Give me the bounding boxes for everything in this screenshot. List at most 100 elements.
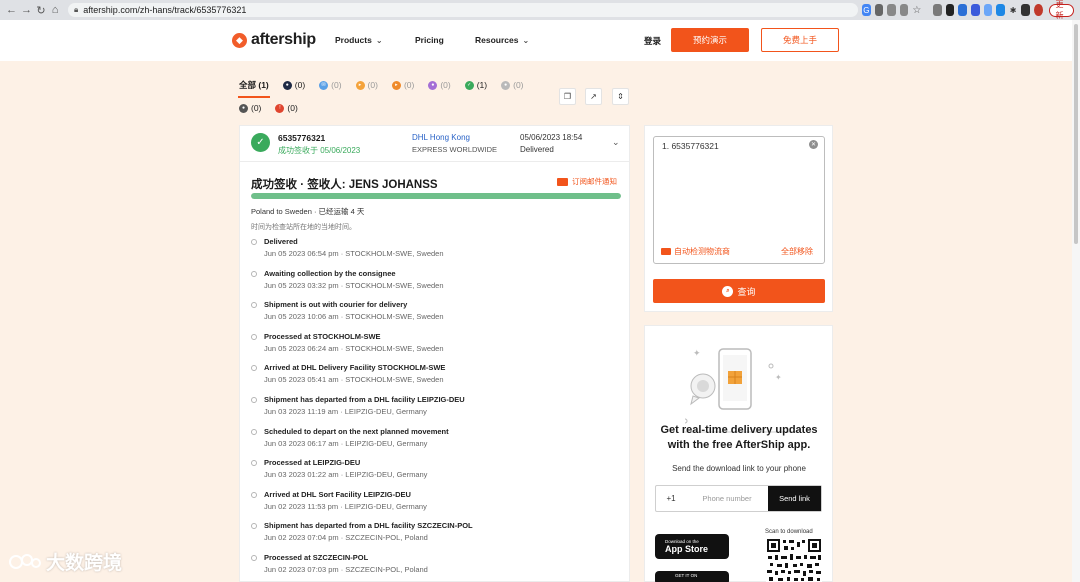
- filter-failed-attempt[interactable]: ● (0): [239, 103, 261, 113]
- svg-text:✦: ✦: [693, 348, 701, 358]
- star-icon[interactable]: ☆: [912, 4, 921, 16]
- checkpoint-list: Delivered Jun 05 2023 06:54 pm · STOCKHOL…: [251, 237, 621, 582]
- page-scrollbar[interactable]: [1072, 20, 1080, 582]
- checkpoint-meta: Jun 02 2023 11:53 pm · LEIPZIG-DEU, Germ…: [264, 501, 427, 511]
- country-code-select[interactable]: +1: [656, 494, 686, 503]
- collapse-icon[interactable]: ⇕: [612, 88, 629, 105]
- filter-available-for-pickup[interactable]: ● (0): [428, 80, 451, 90]
- checkpoint-item: Processed at LEIPZIG-DEU Jun 03 2023 01:2…: [251, 458, 621, 490]
- checkpoint-item: Shipment has departed from a DHL facilit…: [251, 521, 621, 553]
- checkpoint-item: Awaiting collection by the consignee Jun …: [251, 269, 621, 301]
- service-type: EXPRESS WORLDWIDE: [412, 145, 498, 154]
- pending-icon: ●: [282, 80, 292, 90]
- active-filter-underline: [238, 96, 270, 98]
- checkpoint-title: Shipment has departed from a DHL facilit…: [264, 521, 473, 531]
- puzzle-icon[interactable]: ✱: [1009, 4, 1018, 16]
- extension-icon-5[interactable]: [983, 4, 993, 16]
- tracking-input-line: 1. 6535776321: [662, 141, 719, 151]
- track-button[interactable]: ⌕ 查询: [653, 279, 825, 303]
- filter-count: (0): [251, 103, 262, 113]
- clear-icon[interactable]: ✕: [809, 140, 818, 149]
- share-icon[interactable]: ↗: [585, 88, 602, 105]
- delivery-status: 成功签收于 05/06/2023: [278, 146, 361, 155]
- filter-expired[interactable]: ● (0): [501, 80, 524, 90]
- bullet-icon: [251, 491, 257, 498]
- status-filters-row2: ● (0) ! (0): [239, 103, 312, 113]
- watermark-text: 大数跨境: [46, 553, 123, 574]
- menu-products[interactable]: Products ⌄: [335, 35, 383, 45]
- bullet-icon: [251, 239, 257, 245]
- progress-bar: [251, 193, 621, 199]
- phone-number-input[interactable]: [686, 486, 768, 511]
- filter-exception[interactable]: ! (0): [275, 103, 298, 113]
- site-header: ◆ aftership Products ⌄ Pricing Resources…: [0, 20, 1072, 61]
- scrollbar-thumb[interactable]: [1074, 24, 1078, 244]
- avatar[interactable]: [1033, 4, 1043, 16]
- reload-icon[interactable]: ↻: [36, 3, 46, 17]
- scan-label: Scan to download: [765, 529, 813, 535]
- bullet-icon: [251, 365, 257, 372]
- filter-count: (0): [294, 80, 306, 90]
- filter-all[interactable]: 全部 (1): [239, 79, 269, 91]
- remove-all-link[interactable]: 全部移除: [781, 246, 813, 257]
- tracking-search-panel: 1. 6535776321 ✕ 自动检测物流商 全部移除 ⌕ 查询: [644, 125, 833, 312]
- shipment-state: Delivered: [520, 145, 554, 154]
- filter-info-received[interactable]: ✉ (0): [319, 80, 342, 90]
- screenshot-extension-icon[interactable]: [874, 4, 884, 16]
- failed-attempt-icon: ●: [239, 103, 248, 113]
- checkpoint-title: Delivered: [264, 237, 298, 246]
- aftership-logo[interactable]: ◆ aftership: [232, 31, 316, 49]
- filter-count: (1): [476, 80, 488, 90]
- filter-pending[interactable]: ● (0): [282, 80, 306, 90]
- tracking-numbers-input[interactable]: 1. 6535776321 ✕ 自动检测物流商 全部移除: [653, 136, 825, 264]
- filter-in-transit[interactable]: ▸ (0): [355, 80, 378, 90]
- google-extension-icon[interactable]: G: [862, 4, 871, 16]
- extension-icon-6[interactable]: [996, 4, 1005, 16]
- extension-icon-3[interactable]: [958, 4, 968, 16]
- auto-detect-label: 自动检测物流商: [674, 247, 730, 256]
- app-store-button[interactable]: Download on the App Store: [655, 534, 729, 559]
- extension-icon-1[interactable]: [933, 4, 942, 16]
- copy-icon[interactable]: ❐: [559, 88, 576, 105]
- chevron-down-icon[interactable]: ⌄: [612, 137, 620, 148]
- update-button[interactable]: 更新: [1048, 0, 1074, 20]
- shipment-summary[interactable]: ✓ 6535776321 成功签收于 05/06/2023 DHL Hong K…: [240, 126, 629, 162]
- filter-delivered[interactable]: ✓ (1): [464, 80, 488, 90]
- track-button-label: 查询: [737, 286, 756, 297]
- search-icon: ⌕: [722, 285, 734, 297]
- svg-text:✦: ✦: [775, 373, 782, 382]
- share-extension-icon[interactable]: [899, 4, 909, 16]
- back-icon[interactable]: ←: [6, 3, 17, 17]
- download-extension-icon[interactable]: [887, 4, 896, 16]
- filter-count: (0): [331, 80, 342, 90]
- filter-out-for-delivery[interactable]: ▸ (0): [391, 80, 414, 90]
- send-link-button[interactable]: Send link: [768, 486, 821, 511]
- checkpoint-meta: Jun 03 2023 06:17 am · LEIPZIG-DEU, Germ…: [264, 438, 428, 448]
- extension-icon-4[interactable]: [971, 4, 980, 16]
- menu-pricing[interactable]: Pricing: [415, 35, 444, 45]
- free-start-button[interactable]: 免费上手: [761, 28, 839, 52]
- filter-count: (0): [287, 103, 298, 113]
- book-demo-button[interactable]: 预约演示: [671, 28, 749, 52]
- expired-icon: ●: [501, 80, 511, 90]
- google-play-button[interactable]: GET IT ON: [655, 571, 729, 582]
- filter-count: (0): [367, 80, 378, 90]
- filter-label: 全部 (1): [239, 80, 269, 90]
- forward-icon[interactable]: →: [21, 3, 32, 17]
- home-icon[interactable]: ⌂: [50, 3, 60, 17]
- out-for-delivery-icon: ▸: [391, 80, 401, 90]
- courier-link[interactable]: DHL Hong Kong: [412, 133, 470, 142]
- sidebar-icon[interactable]: [1021, 4, 1030, 16]
- extension-icon-2[interactable]: [945, 4, 955, 16]
- address-bar[interactable]: 🔒︎ aftership.com/zh-hans/track/653577632…: [68, 3, 859, 17]
- subscribe-email-link[interactable]: 订阅邮件通知: [557, 176, 617, 187]
- bullet-icon: [251, 428, 257, 435]
- checkpoint-item: Processed at STOCKHOLM-SWE Jun 05 2023 06…: [251, 332, 621, 364]
- checkpoint-meta: Jun 03 2023 01:22 am · LEIPZIG-DEU, Germ…: [264, 470, 428, 480]
- menu-resources[interactable]: Resources ⌄: [475, 35, 529, 45]
- menu-label: Resources: [475, 35, 519, 45]
- login-link[interactable]: 登录: [644, 35, 661, 47]
- detail-title: 成功签收 · 签收人: JENS JOHANSS: [251, 179, 438, 191]
- exception-icon: !: [275, 103, 285, 113]
- auto-detect-courier[interactable]: 自动检测物流商: [661, 246, 730, 257]
